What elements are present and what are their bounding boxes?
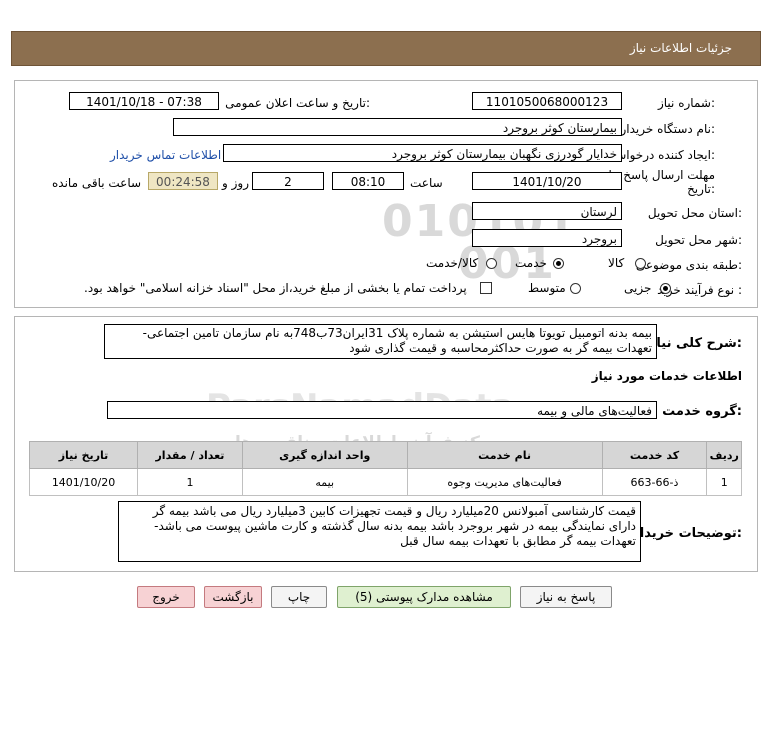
process-radio-minor[interactable] xyxy=(660,283,671,294)
process-radio-medium[interactable] xyxy=(570,283,581,294)
services-heading: اطلاعات خدمات مورد نیاز xyxy=(591,369,742,383)
category-radio-goods[interactable] xyxy=(635,258,646,269)
services-table: ردیف کد خدمت نام خدمت واحد اندازه گیری ت… xyxy=(28,441,742,496)
buyer-org-label: نام دستگاه خریدار: xyxy=(620,122,716,136)
category-option-goods: کالا xyxy=(608,256,625,270)
cell-unit: بیمه xyxy=(241,468,408,496)
col-header-row-number: ردیف xyxy=(706,441,742,469)
category-option-goods-service: کالا/خدمت xyxy=(426,256,479,270)
cell-service-code: ذ-66-663 xyxy=(601,468,708,496)
province-field: لرستان xyxy=(472,202,622,220)
deadline-time-label: ساعت xyxy=(410,176,443,190)
cell-row-number: 1 xyxy=(706,468,742,496)
buyer-contact-link[interactable]: اطلاعات تماس خریدار xyxy=(110,148,221,162)
print-button[interactable]: چاپ xyxy=(271,586,327,608)
buyer-notes-label: توضیحات خریدار: xyxy=(632,526,742,541)
days-label: روز و xyxy=(222,176,249,190)
col-header-service-code: کد خدمت xyxy=(601,441,708,469)
need-number-label: شماره نیاز: xyxy=(657,96,715,110)
service-group-field: فعالیت‌های مالی و بیمه xyxy=(107,401,657,419)
col-header-quantity: تعداد / مقدار xyxy=(137,441,243,469)
city-field: بروجرد xyxy=(472,229,622,247)
remaining-time-label: ساعت باقی مانده xyxy=(52,176,142,190)
reply-button[interactable]: پاسخ به نیاز xyxy=(520,586,612,608)
remaining-time-field: 00:24:58 xyxy=(148,172,218,190)
category-option-service: خدمت xyxy=(515,256,547,270)
creator-field: خدایار گودرزی نگهبان بیمارستان کوثر بروج… xyxy=(223,144,622,162)
deadline-date-field: 1401/10/20 xyxy=(472,172,622,190)
need-info-panel xyxy=(14,80,758,308)
deadline-label: مهلت ارسال پاسخ: تا xyxy=(608,168,715,182)
announce-date-label: تاریخ و ساعت اعلان عمومی: xyxy=(225,96,370,110)
process-option-medium: متوسط xyxy=(528,281,566,295)
table-row: 1 ذ-66-663 فعالیت‌های مدیریت وجوه بیمه 1… xyxy=(28,468,742,496)
service-group-label: گروه خدمت: xyxy=(662,404,742,419)
exit-button[interactable]: خروج xyxy=(137,586,195,608)
col-header-need-date: تاریخ نیاز xyxy=(28,441,139,469)
province-label: استان محل تحویل: xyxy=(647,206,742,220)
summary-label: شرح کلی نیاز: xyxy=(648,336,742,351)
cell-need-date: 1401/10/20 xyxy=(28,468,139,496)
need-number-field: 1101050068000123 xyxy=(472,92,622,110)
page-title: جزئیات اطلاعات نیاز xyxy=(629,41,732,55)
category-radio-goods-service[interactable] xyxy=(486,258,497,269)
deadline-label-date: تاریخ: xyxy=(687,182,715,196)
cell-quantity: 1 xyxy=(137,468,243,496)
category-label: طبقه بندی موضوعی: xyxy=(635,258,742,272)
view-attachments-button[interactable]: مشاهده مدارک پیوستی (5) xyxy=(337,586,511,608)
process-option-minor: جزیی xyxy=(624,281,652,295)
deadline-time-field: 08:10 xyxy=(332,172,404,190)
treasury-payment-checkbox[interactable] xyxy=(480,282,492,294)
cell-service-name: فعالیت‌های مدیریت وجوه xyxy=(406,468,603,496)
summary-text: بیمه بدنه اتومبیل تویوتا هایس استیشن به … xyxy=(104,324,657,359)
announce-date-field: 1401/10/18 - 07:38 xyxy=(69,92,219,110)
treasury-payment-note: پرداخت تمام یا بخشی از مبلغ خرید،از محل … xyxy=(84,281,467,295)
buyer-org-field: بیمارستان کوثر بروجرد xyxy=(173,118,622,136)
back-button[interactable]: بازگشت xyxy=(204,586,262,608)
col-header-unit: واحد اندازه گیری xyxy=(241,441,408,469)
col-header-service-name: نام خدمت xyxy=(406,441,603,469)
city-label: شهر محل تحویل: xyxy=(655,233,742,247)
table-header-row: ردیف کد خدمت نام خدمت واحد اندازه گیری ت… xyxy=(28,441,742,469)
page-header: جزئیات اطلاعات نیاز xyxy=(11,31,761,66)
buyer-notes-text: قیمت کارشناسی آمبولانس 20میلیارد ریال و … xyxy=(118,501,641,562)
days-field: 2 xyxy=(252,172,324,190)
category-radio-service[interactable] xyxy=(553,258,564,269)
